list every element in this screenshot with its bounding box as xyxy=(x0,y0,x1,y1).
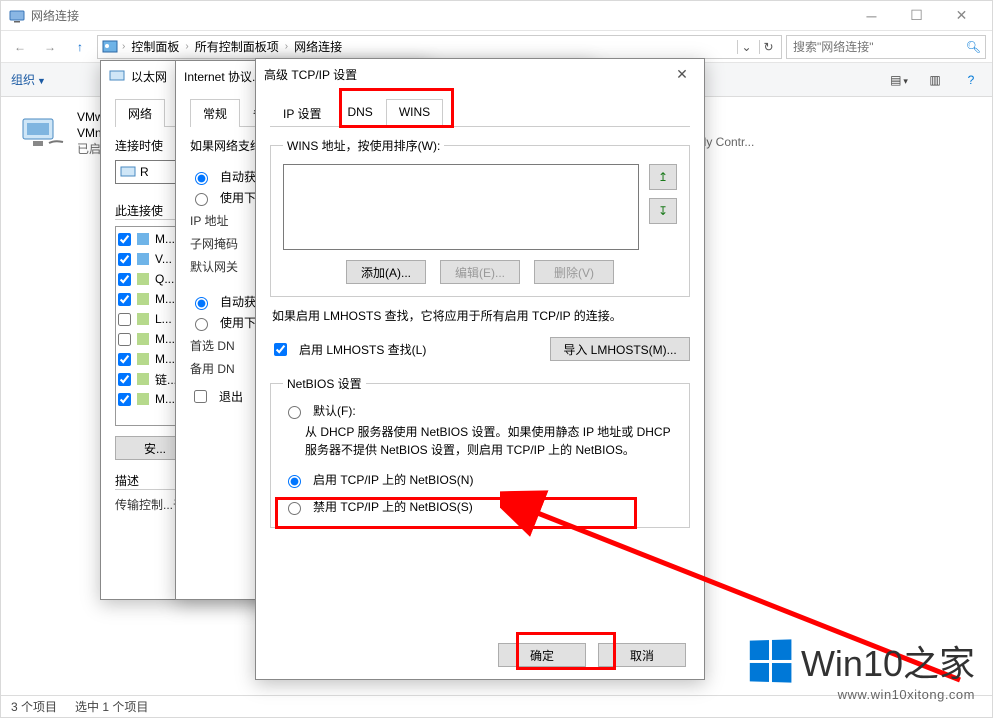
watermark-name: Win10之家 xyxy=(801,635,975,687)
ok-button[interactable]: 确定 xyxy=(498,643,586,667)
search-icon: 🔍︎ xyxy=(966,40,981,54)
import-lmhosts-button[interactable]: 导入 LMHOSTS(M)... xyxy=(550,337,690,361)
breadcrumb-item[interactable]: 网络连接 xyxy=(292,38,344,55)
chevron-icon: › xyxy=(185,41,188,52)
advanced-tcpip-dialog: 高级 TCP/IP 设置 ✕ IP 设置 DNS WINS WINS 地址，按使… xyxy=(255,58,705,680)
chevron-icon: › xyxy=(285,41,288,52)
edit-button[interactable]: 编辑(E)... xyxy=(440,260,520,284)
view-menu-button[interactable]: ▤▾ xyxy=(888,73,910,87)
breadcrumb[interactable]: › 控制面板 › 所有控制面板项 › 网络连接 ⌄ ↻ xyxy=(97,35,782,59)
remove-button[interactable]: 删除(V) xyxy=(534,260,614,284)
preview-pane-button[interactable]: ▥ xyxy=(924,73,946,87)
window-title: 网络连接 xyxy=(31,7,849,24)
maximize-button[interactable]: ☐ xyxy=(894,2,939,30)
status-selected: 选中 1 个项目 xyxy=(75,698,148,715)
chevron-icon: › xyxy=(122,41,125,52)
use-ip-radio[interactable] xyxy=(195,193,208,206)
watermark-url: www.win10xitong.com xyxy=(838,687,975,702)
forward-button[interactable]: → xyxy=(37,34,63,60)
up-button[interactable]: ↑ xyxy=(67,34,93,60)
validate-on-exit-checkbox[interactable] xyxy=(194,390,207,403)
netbios-enable-radio[interactable] xyxy=(288,475,301,488)
close-button[interactable]: ✕ xyxy=(939,2,984,30)
tab-dns[interactable]: DNS xyxy=(334,99,385,127)
netbios-enable-label[interactable]: 启用 TCP/IP 上的 NetBIOS(N) xyxy=(283,471,677,488)
move-up-button[interactable]: ↥ xyxy=(649,164,677,190)
watermark: Win10之家 www.win10xitong.com xyxy=(749,635,975,702)
back-button[interactable]: ← xyxy=(7,34,33,60)
netbios-group: NetBIOS 设置 默认(F): 从 DHCP 服务器使用 NetBIOS 设… xyxy=(270,375,690,528)
close-button[interactable]: ✕ xyxy=(668,66,696,83)
tab-network[interactable]: 网络 xyxy=(115,99,165,127)
lmhosts-description: 如果启用 LMHOSTS 查找，它将应用于所有启用 TCP/IP 的连接。 xyxy=(272,307,688,325)
tab-strip: IP 设置 DNS WINS xyxy=(270,99,690,127)
auto-ip-radio[interactable] xyxy=(195,172,208,185)
netbios-group-label: NetBIOS 设置 xyxy=(283,375,366,392)
dialog-titlebar: 高级 TCP/IP 设置 ✕ xyxy=(256,59,704,89)
netbios-disable-radio[interactable] xyxy=(288,502,301,515)
breadcrumb-item[interactable]: 控制面板 xyxy=(129,38,181,55)
help-button[interactable]: ? xyxy=(960,73,982,87)
move-down-button[interactable]: ↧ xyxy=(649,198,677,224)
tab-ip-settings[interactable]: IP 设置 xyxy=(270,99,334,127)
use-dns-radio[interactable] xyxy=(195,318,208,331)
wins-address-list[interactable] xyxy=(283,164,639,250)
breadcrumb-item[interactable]: 所有控制面板项 xyxy=(193,38,281,55)
breadcrumb-dropdown[interactable]: ⌄ xyxy=(737,40,755,54)
wins-addresses-group: WINS 地址，按使用排序(W): ↥ ↧ 添加(A)... 编辑(E)... … xyxy=(270,137,690,297)
tab-general[interactable]: 常规 xyxy=(190,99,240,127)
control-panel-icon xyxy=(102,39,118,55)
add-button[interactable]: 添加(A)... xyxy=(346,260,426,284)
refresh-button[interactable]: ↻ xyxy=(759,40,777,54)
wins-group-label: WINS 地址，按使用排序(W): xyxy=(283,137,444,154)
netbios-default-radio[interactable] xyxy=(288,406,301,419)
netbios-default-label[interactable]: 默认(F): xyxy=(283,402,677,419)
nic-icon xyxy=(120,164,136,180)
dialog-title: 高级 TCP/IP 设置 xyxy=(264,66,668,83)
search-box[interactable]: 🔍︎ xyxy=(786,35,986,59)
titlebar: 网络连接 ─ ☐ ✕ xyxy=(1,1,992,31)
nic-icon xyxy=(19,113,67,153)
enable-lmhosts-checkbox[interactable] xyxy=(274,343,287,356)
windows-logo-icon xyxy=(750,639,792,682)
status-count: 3 个项目 xyxy=(11,698,57,715)
adapter-name: R xyxy=(140,165,149,179)
minimize-button[interactable]: ─ xyxy=(849,2,894,30)
cancel-button[interactable]: 取消 xyxy=(598,643,686,667)
enable-lmhosts-label[interactable]: 启用 LMHOSTS 查找(L) xyxy=(270,340,426,359)
organize-menu[interactable]: 组织▼ xyxy=(11,71,46,88)
search-input[interactable] xyxy=(791,39,966,55)
tab-wins[interactable]: WINS xyxy=(386,99,443,127)
netbios-disable-label[interactable]: 禁用 TCP/IP 上的 NetBIOS(S) xyxy=(283,498,677,515)
auto-dns-radio[interactable] xyxy=(195,297,208,310)
netbios-default-description: 从 DHCP 服务器使用 NetBIOS 设置。如果使用静态 IP 地址或 DH… xyxy=(305,423,677,459)
nic-icon xyxy=(109,68,125,84)
nic-description: ily Contr... xyxy=(701,135,754,149)
app-icon xyxy=(9,8,25,24)
